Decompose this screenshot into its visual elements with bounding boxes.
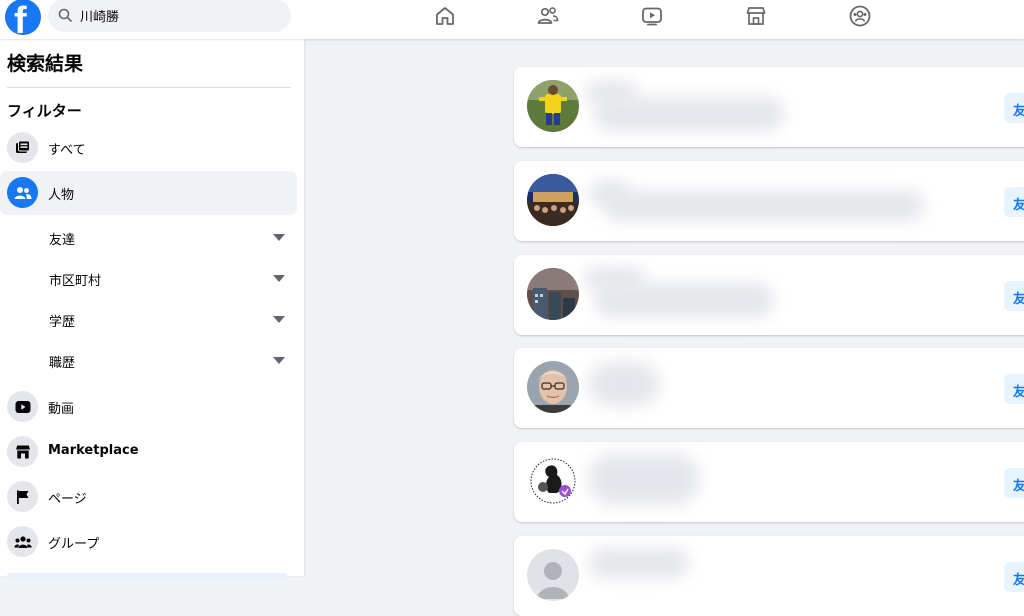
add-friend-button[interactable]: 友 (1004, 187, 1024, 217)
home-icon[interactable] (433, 4, 457, 28)
groups-icon (7, 526, 38, 557)
add-friend-button[interactable]: 友 (1004, 281, 1024, 311)
result-card[interactable]: 友 (514, 536, 1024, 616)
add-friend-label: 友 (1013, 104, 1024, 119)
search-filters-sidebar: 検索結果 フィルター すべて 人物 友達 市区町村 学歴 職歴 動画 Marke… (0, 39, 304, 579)
subfilter-work[interactable]: 職歴 (0, 341, 297, 381)
caret-down-icon (273, 316, 285, 323)
filter-people[interactable]: 人物 (0, 171, 297, 215)
add-friend-label: 友 (1013, 198, 1024, 213)
groups-icon[interactable] (848, 4, 872, 28)
filter-pages-label: ページ (48, 492, 87, 507)
search-box[interactable] (48, 0, 291, 32)
facebook-logo[interactable]: f (5, 0, 41, 35)
filter-marketplace[interactable]: Marketplace (0, 430, 297, 474)
marketplace-icon (7, 436, 38, 467)
caret-down-icon (273, 275, 285, 282)
add-friend-button[interactable]: 友 (1004, 374, 1024, 404)
subfilter-friends[interactable]: 友達 (0, 218, 297, 258)
add-friend-label: 友 (1013, 479, 1024, 494)
filter-all-label: すべて (48, 143, 86, 158)
filter-groups-label: グループ (48, 537, 100, 552)
blurred-name (589, 454, 699, 504)
avatar[interactable] (527, 268, 579, 320)
watch-icon[interactable] (640, 4, 664, 28)
subfilter-friends-label: 友達 (49, 233, 76, 248)
add-friend-button[interactable]: 友 (1004, 93, 1024, 123)
add-friend-label: 友 (1013, 292, 1024, 307)
filter-videos-label: 動画 (48, 402, 75, 417)
subfilter-education-label: 学歴 (49, 315, 76, 330)
blurred-details (604, 191, 924, 221)
result-card[interactable]: 友 (514, 161, 1024, 241)
avatar[interactable] (527, 455, 579, 507)
search-input[interactable] (78, 4, 282, 26)
add-friend-button[interactable]: 友 (1004, 468, 1024, 498)
blurred-name (589, 548, 689, 578)
filter-videos[interactable]: 動画 (0, 385, 297, 429)
result-card[interactable]: 友 (514, 348, 1024, 428)
caret-down-icon (273, 234, 285, 241)
result-card[interactable]: 友 (514, 255, 1024, 335)
blurred-name (589, 362, 659, 406)
top-bar: f (0, 0, 1024, 39)
add-friend-label: 友 (1013, 573, 1024, 588)
add-friend-label: 友 (1013, 385, 1024, 400)
result-card[interactable]: 友 (514, 442, 1024, 522)
caret-down-icon (273, 357, 285, 364)
add-friend-button[interactable]: 友 (1004, 562, 1024, 592)
avatar[interactable] (527, 80, 579, 132)
subfilter-education[interactable]: 学歴 (0, 300, 297, 340)
flag-icon (7, 481, 38, 512)
facebook-logo-letter: f (14, 0, 27, 35)
filter-heading: フィルター (7, 102, 82, 120)
filter-marketplace-label: Marketplace (48, 443, 139, 458)
divider (7, 87, 291, 88)
friends-icon[interactable] (536, 4, 560, 28)
avatar[interactable] (527, 361, 579, 413)
result-card[interactable]: 友 (514, 67, 1024, 147)
blurred-details (594, 283, 774, 317)
subfilter-city[interactable]: 市区町村 (0, 259, 297, 299)
search-icon (58, 8, 72, 22)
subfilter-city-label: 市区町村 (49, 274, 102, 289)
filter-groups[interactable]: グループ (0, 520, 297, 564)
avatar[interactable] (527, 174, 579, 226)
video-icon (7, 391, 38, 422)
filter-all[interactable]: すべて (0, 126, 297, 170)
subfilter-work-label: 職歴 (49, 356, 76, 371)
marketplace-icon[interactable] (744, 4, 768, 28)
filter-people-label: 人物 (48, 188, 75, 203)
next-filter-item-peek[interactable] (7, 573, 287, 579)
all-icon (7, 132, 38, 163)
people-icon (7, 177, 38, 208)
blurred-details (594, 97, 784, 131)
filter-pages[interactable]: ページ (0, 475, 297, 519)
avatar[interactable] (527, 549, 579, 601)
page-title: 検索結果 (7, 53, 84, 75)
